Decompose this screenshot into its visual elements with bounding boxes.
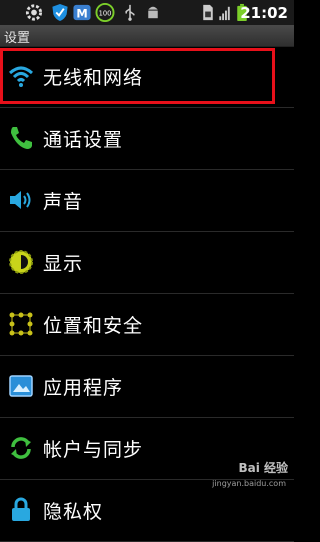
location-grid-icon (9, 312, 33, 336)
m-app-icon: M (73, 4, 91, 20)
settings-item-sound[interactable]: 声音 (0, 170, 294, 232)
settings-item-location-security[interactable]: 位置和安全 (0, 294, 294, 356)
sim-icon (203, 4, 213, 21)
settings-item-label: 隐私权 (43, 501, 104, 523)
settings-item-label: 声音 (43, 191, 84, 213)
watermark-sub: jingyan.baidu.com (212, 479, 286, 488)
settings-item-label: 通话设置 (43, 129, 124, 151)
settings-item-privacy[interactable]: 隐私权 (0, 480, 294, 542)
usb-icon (125, 4, 135, 21)
brightness-icon (9, 250, 33, 274)
status-time: 21:02 (240, 4, 288, 22)
settings-item-label: 位置和安全 (43, 315, 144, 337)
settings-item-display[interactable]: 显示 (0, 232, 294, 294)
battery-badge: 100 (99, 9, 112, 17)
status-bar: M 100 21:02 (0, 0, 294, 25)
settings-item-call[interactable]: 通话设置 (0, 108, 294, 170)
sync-icon (11, 437, 31, 459)
svg-text:M: M (76, 6, 87, 20)
speaker-icon (10, 191, 31, 209)
shield-icon (52, 3, 68, 22)
battery-100-icon: 100 (95, 3, 115, 22)
page-title: 设置 (4, 31, 31, 46)
settings-item-label: 帐户与同步 (43, 439, 144, 461)
watermark: Bai 经验 (238, 461, 288, 475)
title-bar: 设置 (0, 25, 294, 47)
phone-icon (11, 127, 32, 149)
settings-icon (25, 4, 43, 21)
applications-icon (9, 375, 33, 397)
settings-item-label: 显示 (43, 253, 84, 275)
privacy-icon (12, 497, 30, 521)
settings-item-label: 应用程序 (43, 377, 124, 399)
highlight-box (0, 48, 275, 104)
android-debug-icon (148, 6, 158, 19)
signal-icon (219, 6, 230, 21)
settings-item-applications[interactable]: 应用程序 (0, 356, 294, 418)
